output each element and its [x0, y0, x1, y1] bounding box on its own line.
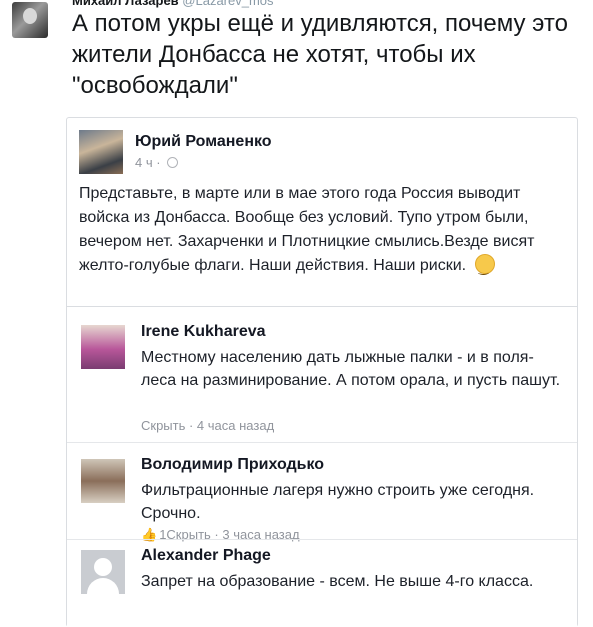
comment-text: Запрет на образование - всем. Не выше 4-…	[141, 573, 534, 590]
comment-meta[interactable]: Скрыть · 4 часа назад	[141, 418, 274, 433]
post-body: Представьте, в марте или в мае этого год…	[79, 182, 567, 280]
comment-divider	[67, 442, 577, 443]
tweet-author-handle[interactable]: @Lazarev_mos	[182, 0, 273, 8]
embedded-facebook-post: Юрий Романенко 4 ч · Представьте, в март…	[66, 117, 578, 627]
post-author-avatar[interactable]	[79, 130, 123, 174]
post-body-text: Представьте, в марте или в мае этого год…	[79, 185, 535, 274]
comment-avatar[interactable]	[81, 459, 125, 503]
comment-text: Фильтрационные лагеря нужно строить уже …	[141, 482, 535, 522]
tweet-author-avatar[interactable]	[12, 2, 48, 38]
tweet-author-name[interactable]: Михаил Лазарев	[72, 0, 179, 8]
post-author-name[interactable]: Юрий Романенко	[135, 133, 272, 151]
post-meta: 4 ч ·	[135, 155, 179, 170]
comments-section: Irene Kukhareva Местному населению дать …	[67, 306, 577, 627]
post-time[interactable]: 4 ч ·	[135, 155, 161, 170]
tweet-header: Михаил Лазарев @Lazarev_mos	[72, 0, 274, 8]
comment-divider	[67, 539, 577, 540]
thumbs-up-icon: 👍	[141, 527, 158, 542]
tweet-text: А потом укры ещё и удивляются, почему эт…	[72, 10, 568, 99]
globe-icon	[167, 157, 179, 168]
comment-meta: 👍 1Скрыть · 3 часа назад	[141, 527, 300, 543]
smile-emoji-icon	[474, 254, 495, 280]
comment-text: Местному населению дать лыжные палки - и…	[141, 349, 561, 389]
comment-author[interactable]: Alexander Phage	[141, 547, 271, 565]
comment-avatar-placeholder[interactable]	[81, 550, 125, 594]
comment-author[interactable]: Irene Kukhareva	[141, 323, 266, 341]
comment-avatar[interactable]	[81, 325, 125, 369]
comment-author[interactable]: Володимир Приходько	[141, 456, 324, 474]
